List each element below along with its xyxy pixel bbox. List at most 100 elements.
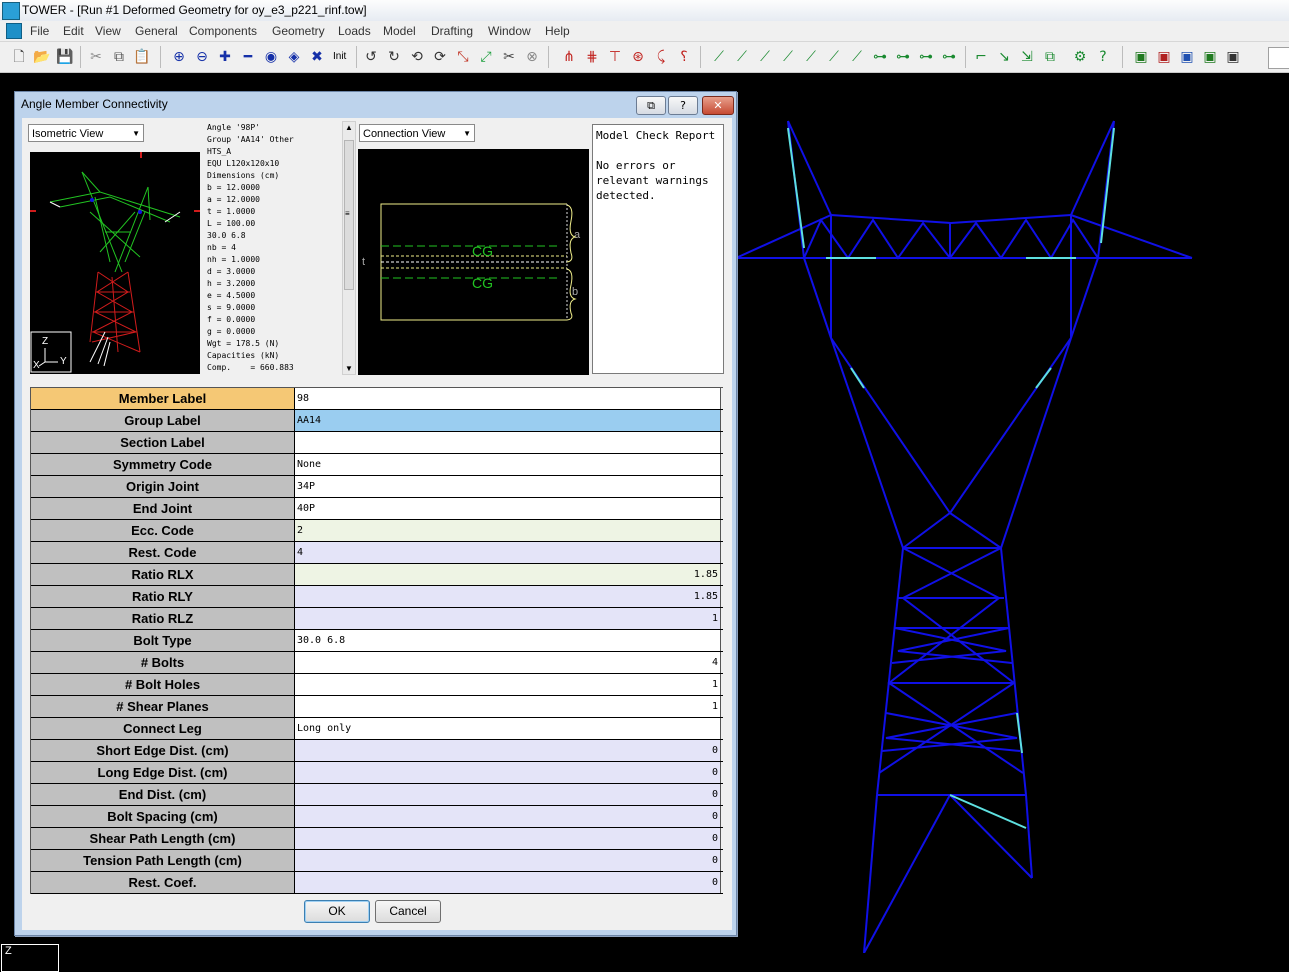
help-label-icon[interactable]: ? — [1094, 48, 1112, 66]
table-row[interactable]: Tension Path Length (cm) 0 — [31, 850, 723, 872]
line-label-icon[interactable]: ⇲ — [1018, 48, 1036, 66]
member-move-icon[interactable]: ⤹ — [652, 48, 670, 66]
member-node-icon[interactable]: ⊛ — [629, 48, 647, 66]
node-label-icon[interactable]: ⊶ — [894, 48, 912, 66]
dialog-restore-button[interactable]: ⧉ — [636, 96, 666, 115]
scroll-down-icon[interactable]: ▼ — [345, 364, 353, 373]
document-icon[interactable] — [6, 23, 22, 39]
zoom-in-icon[interactable]: ⊕ — [170, 48, 188, 66]
table-row[interactable]: Rest. Coef. 0 — [31, 872, 723, 894]
long-edge-dist-field[interactable]: 0 — [295, 762, 721, 783]
member-join-icon[interactable]: ⊤ — [606, 48, 624, 66]
bolt-spacing-field[interactable]: 0 — [295, 806, 721, 827]
rest-code-field[interactable]: 4 — [295, 542, 721, 563]
render-icon[interactable]: ◉ — [262, 48, 280, 66]
node-label-icon[interactable]: ⊶ — [940, 48, 958, 66]
end-joint-field[interactable]: 40P — [295, 498, 721, 519]
connection-view-canvas[interactable]: CG CG a b t — [358, 149, 589, 375]
wire-icon[interactable]: ✖ — [308, 48, 326, 66]
table-row[interactable]: # Bolts 4 — [31, 652, 723, 674]
table-row[interactable]: # Bolt Holes 1 — [31, 674, 723, 696]
table-row[interactable]: Group Label AA14 — [31, 410, 723, 432]
menu-help[interactable]: Help — [545, 24, 570, 38]
rotate-down-icon[interactable]: ⟳ — [431, 48, 449, 66]
table-row[interactable]: Member Label 98 — [31, 388, 723, 410]
table-row[interactable]: Connect Leg Long only — [31, 718, 723, 740]
menu-model[interactable]: Model — [383, 24, 416, 38]
dialog-help-button[interactable]: ? — [668, 96, 698, 115]
dialog-close-button[interactable]: ✕ — [702, 96, 734, 115]
line-label-icon[interactable]: ↘ — [995, 48, 1013, 66]
table-row[interactable]: Long Edge Dist. (cm) 0 — [31, 762, 723, 784]
label-icon[interactable]: ⟋ — [802, 48, 820, 66]
view-side-icon[interactable]: ▣ — [1178, 48, 1196, 66]
table-row[interactable]: Bolt Spacing (cm) 0 — [31, 806, 723, 828]
isometric-view-canvas[interactable]: Z X Y — [30, 152, 200, 374]
ratio-rlx-field[interactable]: 1.85 — [295, 564, 721, 585]
bolt-holes-field[interactable]: 1 — [295, 674, 721, 695]
cut-icon[interactable]: ✂ — [87, 48, 105, 66]
connection-view-select[interactable]: Connection View ▼ — [359, 124, 475, 142]
label-icon[interactable]: ⟋ — [733, 48, 751, 66]
table-row[interactable]: End Dist. (cm) 0 — [31, 784, 723, 806]
member-add-icon[interactable]: ⋔ — [560, 48, 578, 66]
table-row[interactable]: Bolt Type 30.0 6.8 — [31, 630, 723, 652]
menu-window[interactable]: Window — [488, 24, 531, 38]
connect-leg-field[interactable]: Long only — [295, 718, 721, 739]
open-folder-icon[interactable]: 📂 — [33, 48, 51, 66]
bolts-field[interactable]: 4 — [295, 652, 721, 673]
init-button[interactable]: Init — [333, 51, 346, 62]
node-label-icon[interactable]: ⊶ — [871, 48, 889, 66]
menu-drafting[interactable]: Drafting — [431, 24, 473, 38]
toolbar-combo[interactable] — [1268, 47, 1289, 69]
expand-icon[interactable]: ⤢ — [477, 48, 495, 66]
label-icon[interactable]: ⟋ — [756, 48, 774, 66]
properties-scrollbar[interactable]: ▲ ≡ ▼ — [342, 121, 356, 375]
rest-coef-field[interactable]: 0 — [295, 872, 721, 893]
view-plan-icon[interactable]: ▣ — [1155, 48, 1173, 66]
table-row[interactable]: # Shear Planes 1 — [31, 696, 723, 718]
settings-label-icon[interactable]: ⚙ — [1071, 48, 1089, 66]
scroll-up-icon[interactable]: ▲ — [345, 123, 353, 132]
shear-path-length-field[interactable]: 0 — [295, 828, 721, 849]
tension-path-length-field[interactable]: 0 — [295, 850, 721, 871]
scissors-icon[interactable]: ✂ — [500, 48, 518, 66]
pan-icon[interactable]: ✚ — [216, 48, 234, 66]
label-icon[interactable]: ⟋ — [825, 48, 843, 66]
table-row[interactable]: Rest. Code 4 — [31, 542, 723, 564]
copy-icon[interactable]: ⧉ — [110, 48, 128, 66]
ok-button[interactable]: OK — [304, 900, 370, 923]
cancel-button[interactable]: Cancel — [375, 900, 441, 923]
symmetry-code-field[interactable]: None — [295, 454, 721, 475]
group-label-field[interactable]: AA14 — [295, 410, 721, 431]
table-row[interactable]: Ratio RLY 1.85 — [31, 586, 723, 608]
shear-planes-field[interactable]: 1 — [295, 696, 721, 717]
table-row[interactable]: End Joint 40P — [31, 498, 723, 520]
table-row[interactable]: Ratio RLZ 1 — [31, 608, 723, 630]
section-label-field[interactable] — [295, 432, 721, 453]
short-edge-dist-field[interactable]: 0 — [295, 740, 721, 761]
new-file-icon[interactable]: 🗋 — [10, 48, 28, 66]
table-row[interactable]: Origin Joint 34P — [31, 476, 723, 498]
view-3d-icon[interactable]: ▣ — [1224, 48, 1242, 66]
line-label-icon[interactable]: ⌐ — [972, 48, 990, 66]
menu-components[interactable]: Components — [189, 24, 257, 38]
line-icon[interactable]: ━ — [239, 48, 257, 66]
tower-viewport[interactable] — [736, 73, 1289, 953]
table-row[interactable]: Ecc. Code 2 — [31, 520, 723, 542]
isometric-view-select[interactable]: Isometric View ▼ — [28, 124, 144, 142]
origin-joint-field[interactable]: 34P — [295, 476, 721, 497]
label-icon[interactable]: ⟋ — [848, 48, 866, 66]
table-row[interactable]: Symmetry Code None — [31, 454, 723, 476]
zoom-out-icon[interactable]: ⊖ — [193, 48, 211, 66]
view-2d-icon[interactable]: ▣ — [1132, 48, 1150, 66]
shade-icon[interactable]: ◈ — [285, 48, 303, 66]
table-row[interactable]: Short Edge Dist. (cm) 0 — [31, 740, 723, 762]
rotate-up-icon[interactable]: ⟲ — [408, 48, 426, 66]
rotate-left-icon[interactable]: ↺ — [362, 48, 380, 66]
menu-view[interactable]: View — [95, 24, 121, 38]
bolt-type-field[interactable]: 30.0 6.8 — [295, 630, 721, 651]
label-icon[interactable]: ⟋ — [779, 48, 797, 66]
menu-geometry[interactable]: Geometry — [272, 24, 325, 38]
view-front-icon[interactable]: ▣ — [1201, 48, 1219, 66]
